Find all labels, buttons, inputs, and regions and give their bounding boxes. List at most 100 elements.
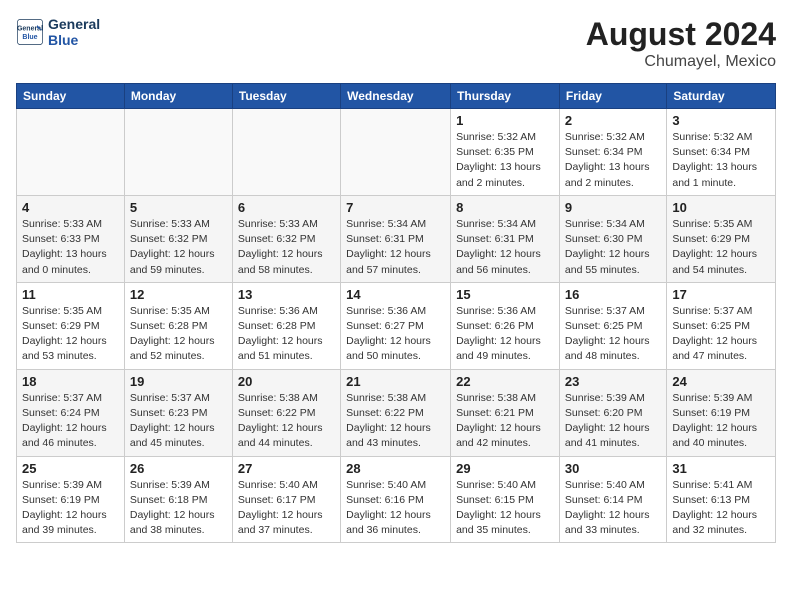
day-number: 25 — [22, 461, 119, 476]
day-number: 16 — [565, 287, 661, 302]
calendar-day-cell: 21Sunrise: 5:38 AM Sunset: 6:22 PM Dayli… — [341, 369, 451, 456]
day-info: Sunrise: 5:39 AM Sunset: 6:19 PM Dayligh… — [22, 478, 119, 539]
day-number: 21 — [346, 374, 445, 389]
calendar-day-cell: 28 Sunrise: 5:40 AM Sunset: 6:16 PM Dayli… — [341, 456, 451, 543]
title-block: August 2024 Chumayel, Mexico — [586, 16, 776, 71]
day-number: 12 — [130, 287, 227, 302]
calendar-day-cell: 18Sunrise: 5:37 AM Sunset: 6:24 PM Dayli… — [17, 369, 125, 456]
calendar-day-cell: 14 Sunrise: 5:36 AM Sunset: 6:27 PM Dayli… — [341, 282, 451, 369]
day-info: Sunrise: 5:38 AM Sunset: 6:21 PM Dayligh… — [456, 391, 554, 452]
day-info: Sunrise: 5:33 AM Sunset: 6:32 PM Dayligh… — [238, 217, 335, 278]
day-info: Sunrise: 5:36 AM Sunset: 6:27 PM Dayligh… — [346, 304, 445, 365]
day-info: Sunrise: 5:32 AM Sunset: 6:35 PM Dayligh… — [456, 130, 554, 191]
calendar-week-row: 18Sunrise: 5:37 AM Sunset: 6:24 PM Dayli… — [17, 369, 776, 456]
calendar-day-cell: 10 Sunrise: 5:35 AM Sunset: 6:29 PM Dayli… — [667, 195, 776, 282]
day-number: 23 — [565, 374, 661, 389]
day-info: Sunrise: 5:39 AM Sunset: 6:19 PM Dayligh… — [672, 391, 770, 452]
calendar-day-cell: 31 Sunrise: 5:41 AM Sunset: 6:13 PM Dayli… — [667, 456, 776, 543]
calendar-week-row: 1Sunrise: 5:32 AM Sunset: 6:35 PM Daylig… — [17, 109, 776, 196]
day-info: Sunrise: 5:32 AM Sunset: 6:34 PM Dayligh… — [565, 130, 661, 191]
calendar-day-cell: 19 Sunrise: 5:37 AM Sunset: 6:23 PM Dayli… — [124, 369, 232, 456]
calendar-week-row: 11Sunrise: 5:35 AM Sunset: 6:29 PM Dayli… — [17, 282, 776, 369]
day-info: Sunrise: 5:32 AM Sunset: 6:34 PM Dayligh… — [672, 130, 770, 191]
calendar-day-cell — [17, 109, 125, 196]
calendar-day-cell: 2 Sunrise: 5:32 AM Sunset: 6:34 PM Daylig… — [559, 109, 666, 196]
calendar-day-cell: 12 Sunrise: 5:35 AM Sunset: 6:28 PM Dayli… — [124, 282, 232, 369]
day-info: Sunrise: 5:37 AM Sunset: 6:25 PM Dayligh… — [672, 304, 770, 365]
day-info: Sunrise: 5:41 AM Sunset: 6:13 PM Dayligh… — [672, 478, 770, 539]
day-number: 30 — [565, 461, 661, 476]
calendar-day-cell: 24 Sunrise: 5:39 AM Sunset: 6:19 PM Dayli… — [667, 369, 776, 456]
calendar-day-cell: 27 Sunrise: 5:40 AM Sunset: 6:17 PM Dayli… — [232, 456, 340, 543]
day-number: 18 — [22, 374, 119, 389]
weekday-header-wednesday: Wednesday — [341, 84, 451, 109]
day-number: 7 — [346, 200, 445, 215]
day-info: Sunrise: 5:39 AM Sunset: 6:20 PM Dayligh… — [565, 391, 661, 452]
calendar-day-cell: 5 Sunrise: 5:33 AM Sunset: 6:32 PM Daylig… — [124, 195, 232, 282]
weekday-header-thursday: Thursday — [451, 84, 560, 109]
day-info: Sunrise: 5:33 AM Sunset: 6:32 PM Dayligh… — [130, 217, 227, 278]
svg-text:Blue: Blue — [22, 34, 37, 41]
day-number: 26 — [130, 461, 227, 476]
calendar-day-cell: 13 Sunrise: 5:36 AM Sunset: 6:28 PM Dayli… — [232, 282, 340, 369]
day-number: 13 — [238, 287, 335, 302]
calendar-day-cell: 26 Sunrise: 5:39 AM Sunset: 6:18 PM Dayli… — [124, 456, 232, 543]
weekday-header-tuesday: Tuesday — [232, 84, 340, 109]
day-number: 4 — [22, 200, 119, 215]
day-number: 28 — [346, 461, 445, 476]
day-number: 15 — [456, 287, 554, 302]
calendar-day-cell: 1Sunrise: 5:32 AM Sunset: 6:35 PM Daylig… — [451, 109, 560, 196]
day-info: Sunrise: 5:36 AM Sunset: 6:28 PM Dayligh… — [238, 304, 335, 365]
svg-text:General: General — [17, 26, 43, 33]
day-info: Sunrise: 5:35 AM Sunset: 6:28 PM Dayligh… — [130, 304, 227, 365]
day-number: 11 — [22, 287, 119, 302]
calendar-day-cell: 30 Sunrise: 5:40 AM Sunset: 6:14 PM Dayli… — [559, 456, 666, 543]
day-number: 19 — [130, 374, 227, 389]
calendar-day-cell: 9Sunrise: 5:34 AM Sunset: 6:30 PM Daylig… — [559, 195, 666, 282]
day-number: 5 — [130, 200, 227, 215]
month-year-title: August 2024 — [586, 16, 776, 53]
day-info: Sunrise: 5:33 AM Sunset: 6:33 PM Dayligh… — [22, 217, 119, 278]
day-info: Sunrise: 5:37 AM Sunset: 6:25 PM Dayligh… — [565, 304, 661, 365]
day-info: Sunrise: 5:34 AM Sunset: 6:30 PM Dayligh… — [565, 217, 661, 278]
day-info: Sunrise: 5:37 AM Sunset: 6:23 PM Dayligh… — [130, 391, 227, 452]
calendar-day-cell: 15 Sunrise: 5:36 AM Sunset: 6:26 PM Dayli… — [451, 282, 560, 369]
calendar-day-cell: 23 Sunrise: 5:39 AM Sunset: 6:20 PM Dayli… — [559, 369, 666, 456]
weekday-header-friday: Friday — [559, 84, 666, 109]
weekday-header-monday: Monday — [124, 84, 232, 109]
calendar-day-cell — [124, 109, 232, 196]
day-number: 14 — [346, 287, 445, 302]
day-number: 27 — [238, 461, 335, 476]
day-number: 8 — [456, 200, 554, 215]
logo-icon: General Blue — [16, 18, 44, 46]
day-number: 22 — [456, 374, 554, 389]
day-info: Sunrise: 5:39 AM Sunset: 6:18 PM Dayligh… — [130, 478, 227, 539]
calendar-day-cell: 3Sunrise: 5:32 AM Sunset: 6:34 PM Daylig… — [667, 109, 776, 196]
logo-text-blue: Blue — [48, 32, 100, 48]
day-number: 2 — [565, 113, 661, 128]
day-number: 24 — [672, 374, 770, 389]
calendar-day-cell: 8 Sunrise: 5:34 AM Sunset: 6:31 PM Daylig… — [451, 195, 560, 282]
calendar-day-cell: 4 Sunrise: 5:33 AM Sunset: 6:33 PM Daylig… — [17, 195, 125, 282]
calendar-day-cell: 7 Sunrise: 5:34 AM Sunset: 6:31 PM Daylig… — [341, 195, 451, 282]
calendar-day-cell: 25 Sunrise: 5:39 AM Sunset: 6:19 PM Dayli… — [17, 456, 125, 543]
day-info: Sunrise: 5:40 AM Sunset: 6:17 PM Dayligh… — [238, 478, 335, 539]
day-info: Sunrise: 5:34 AM Sunset: 6:31 PM Dayligh… — [456, 217, 554, 278]
calendar-day-cell: 16 Sunrise: 5:37 AM Sunset: 6:25 PM Dayli… — [559, 282, 666, 369]
day-info: Sunrise: 5:36 AM Sunset: 6:26 PM Dayligh… — [456, 304, 554, 365]
calendar-day-cell — [341, 109, 451, 196]
calendar-day-cell — [232, 109, 340, 196]
day-info: Sunrise: 5:38 AM Sunset: 6:22 PM Dayligh… — [238, 391, 335, 452]
day-number: 10 — [672, 200, 770, 215]
day-info: Sunrise: 5:40 AM Sunset: 6:14 PM Dayligh… — [565, 478, 661, 539]
calendar-day-cell: 29Sunrise: 5:40 AM Sunset: 6:15 PM Dayli… — [451, 456, 560, 543]
day-info: Sunrise: 5:35 AM Sunset: 6:29 PM Dayligh… — [672, 217, 770, 278]
day-info: Sunrise: 5:34 AM Sunset: 6:31 PM Dayligh… — [346, 217, 445, 278]
day-info: Sunrise: 5:40 AM Sunset: 6:16 PM Dayligh… — [346, 478, 445, 539]
calendar-table: SundayMondayTuesdayWednesdayThursdayFrid… — [16, 83, 776, 543]
calendar-day-cell: 11Sunrise: 5:35 AM Sunset: 6:29 PM Dayli… — [17, 282, 125, 369]
page-header: General Blue General Blue August 2024 Ch… — [16, 16, 776, 71]
day-number: 20 — [238, 374, 335, 389]
day-number: 31 — [672, 461, 770, 476]
location-subtitle: Chumayel, Mexico — [586, 53, 776, 71]
